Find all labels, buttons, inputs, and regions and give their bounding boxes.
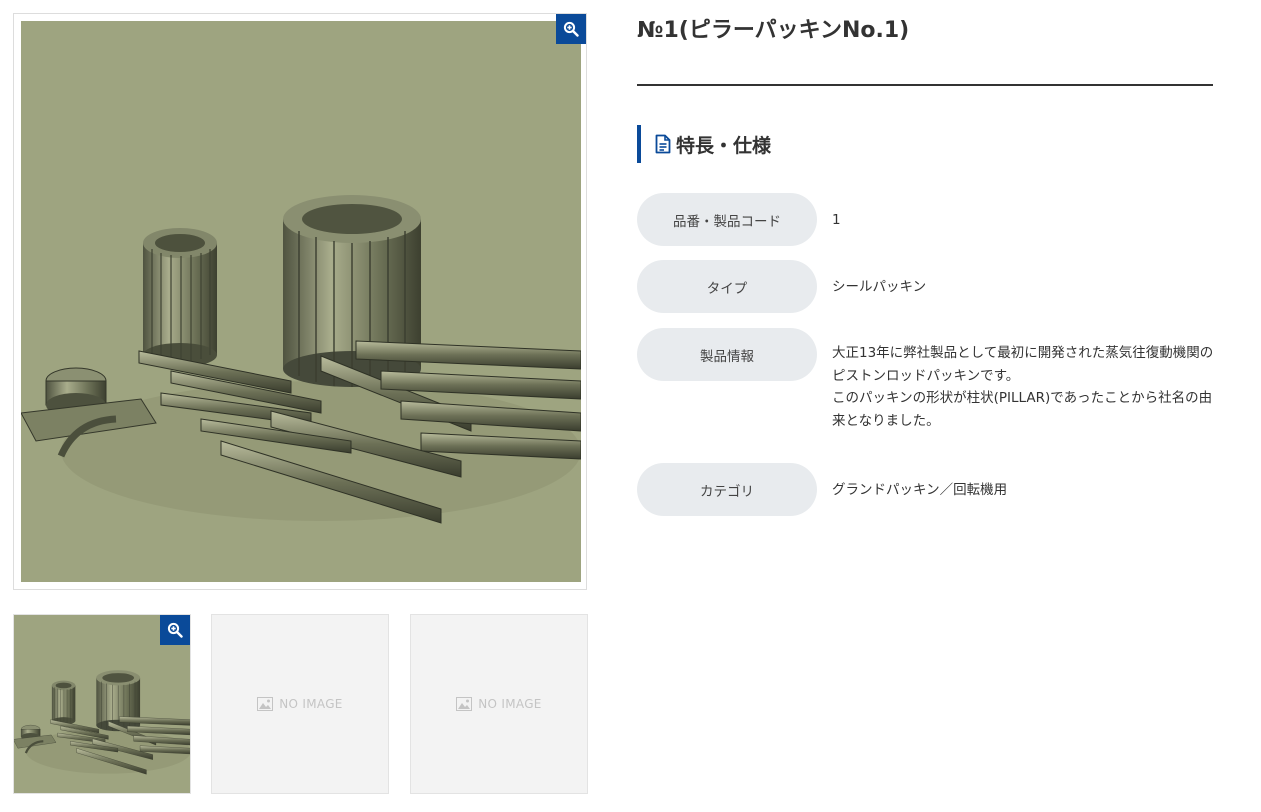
- zoom-button[interactable]: [556, 14, 586, 44]
- spec-value-line: シールパッキン: [832, 279, 927, 295]
- title-divider: [637, 84, 1213, 86]
- thumbnail-3[interactable]: NO IMAGE: [410, 614, 588, 794]
- section-title: 特長・仕様: [676, 134, 772, 157]
- spec-label: 製品情報: [637, 328, 817, 381]
- spec-value-line: 大正13年に弊社製品として最初に開発された蒸気往復動機関のピストンロッドパッキン…: [832, 345, 1214, 384]
- no-image-text: NO IMAGE: [478, 697, 542, 711]
- thumbnail-2[interactable]: NO IMAGE: [211, 614, 389, 794]
- spec-value: グランドパッキン／回転機用: [832, 479, 1216, 502]
- no-image-placeholder: NO IMAGE: [411, 697, 587, 711]
- zoom-in-icon: [167, 622, 183, 638]
- document-icon: [655, 134, 671, 154]
- spec-row-product-code: 品番・製品コード 1: [637, 193, 1217, 246]
- spec-label: タイプ: [637, 260, 817, 313]
- product-photo: [21, 21, 581, 582]
- spec-label: カテゴリ: [637, 463, 817, 516]
- spec-label: 品番・製品コード: [637, 193, 817, 246]
- zoom-in-icon: [563, 21, 579, 37]
- spec-value-line: グランドパッキン／回転機用: [832, 482, 1008, 498]
- product-title: №1(ピラーパッキンNo.1): [637, 18, 910, 43]
- spec-value-line: このパッキンの形状が柱状(PILLAR)であったことから社名の由来となりました。: [832, 390, 1213, 429]
- spec-row-category: カテゴリ グランドパッキン／回転機用: [637, 463, 1217, 516]
- image-icon: [456, 697, 473, 711]
- spec-value: 大正13年に弊社製品として最初に開発された蒸気往復動機関のピストンロッドパッキン…: [832, 342, 1216, 432]
- spec-value: シールパッキン: [832, 276, 1216, 299]
- image-icon: [257, 697, 274, 711]
- main-product-image[interactable]: [13, 13, 587, 590]
- section-heading: 特長・仕様: [637, 125, 771, 163]
- spec-value-line: 1: [832, 212, 841, 228]
- no-image-placeholder: NO IMAGE: [212, 697, 388, 711]
- spec-value: 1: [832, 209, 1216, 232]
- spec-row-product-info: 製品情報 大正13年に弊社製品として最初に開発された蒸気往復動機関のピストンロッ…: [637, 328, 1217, 438]
- spec-row-type: タイプ シールパッキン: [637, 260, 1217, 313]
- no-image-text: NO IMAGE: [279, 697, 343, 711]
- zoom-button[interactable]: [160, 615, 190, 645]
- thumbnail-1[interactable]: [13, 614, 191, 794]
